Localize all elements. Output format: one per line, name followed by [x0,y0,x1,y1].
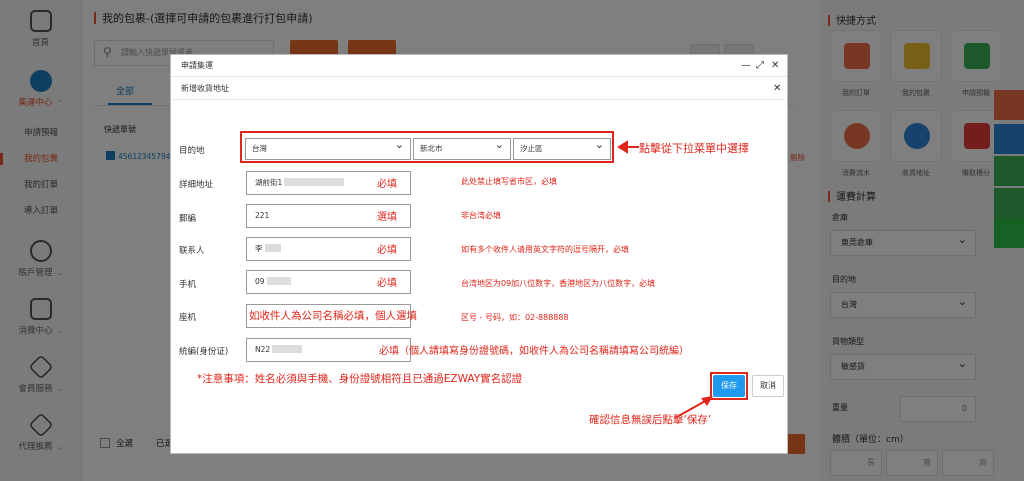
inner-close-icon[interactable]: ✕ [773,78,781,100]
phone-required-note: 必填 [377,278,397,289]
address-hint: 此处禁止填写省市区，必填 [461,177,557,186]
outer-dialog-header: 申請集運 — ⤢ ✕ [171,55,787,77]
zip-hint: 非台湾必填 [461,211,501,220]
close-icon[interactable]: ✕ [771,55,779,77]
phone-field-label: 手机 [179,280,197,290]
zip-field-label: 郵編 [179,214,197,224]
id-field-label: 統編(身份证) [179,347,229,357]
district-select[interactable]: 汐止區 [513,135,611,160]
landline-hint: 区号 - 号码，如：02-888888 [461,313,569,322]
contact-hint: 如有多个收件人请用英文字符的逗号隔开，必填 [461,245,629,254]
add-address-dialog: 新增收貨地址 ✕ 目的地 台灣 新北市 汐止區 點擊從下拉菜單中選擇 詳細地址 … [173,78,785,452]
outer-dialog-title: 申請集運 [181,61,213,70]
cancel-button[interactable]: 取消 [752,375,784,397]
dest-field-label: 目的地 [179,146,205,156]
minimize-icon[interactable]: — [741,55,751,77]
city-select[interactable]: 新北市 [413,135,511,160]
inner-dialog-title: 新增收貨地址 [181,84,229,93]
phone-hint: 台湾地区为09加八位数字，香港地区为八位数字，必填 [461,279,656,288]
confirm-annotation: 確認信息無誤后點擊‘保存’ [589,414,712,426]
country-select[interactable]: 台灣 [245,135,411,160]
save-button[interactable]: 保存 [713,375,745,397]
contact-field-label: 联系人 [179,246,205,256]
zip-optional-note: 選填 [377,212,397,223]
notice-text: *注意事項：姓名必須與手機、身份證號相符且已通過EZWAY實名認證 [197,373,523,385]
inner-dialog-header: 新增收貨地址 ✕ [173,78,785,100]
dropdown-arrow [617,140,639,154]
address-field-label: 詳細地址 [179,180,214,190]
address-required-note: 必填 [377,179,397,190]
contact-required-note: 必填 [377,245,397,256]
landline-field-label: 座机 [179,313,197,323]
dropdown-annotation: 點擊從下拉菜單中選擇 [639,142,749,155]
landline-note: 如收件人為公司名稱必填，個人選填 [249,310,417,322]
apply-shipping-dialog: 申請集運 — ⤢ ✕ 新增收貨地址 ✕ 目的地 台灣 新北市 汐止區 點擊從下拉… [170,54,788,454]
id-note: 必填（個人請填寫身份證號碼，如收件人為公司名稱請填寫公司統編） [379,346,689,357]
maximize-icon[interactable]: ⤢ [756,55,764,77]
